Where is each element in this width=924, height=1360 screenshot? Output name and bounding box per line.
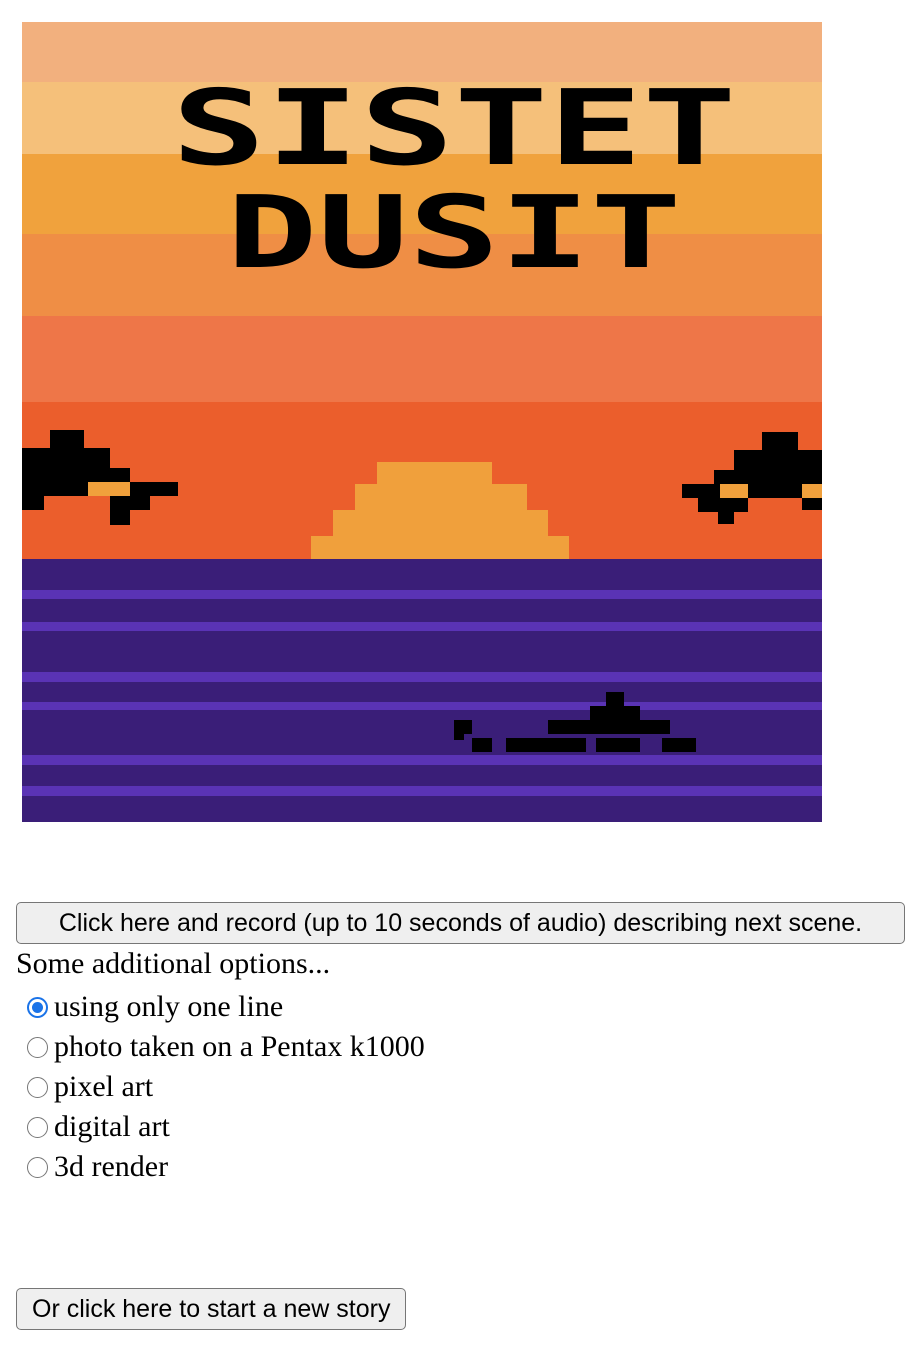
swimmer-pixel	[590, 706, 640, 720]
bird-pixel	[22, 448, 110, 468]
bird-pixel	[110, 510, 130, 525]
bird-pixel	[802, 498, 822, 510]
bird-pixel	[762, 432, 798, 450]
bird-pixel	[734, 450, 822, 470]
sky-band-5	[22, 316, 822, 402]
bird-pixel	[110, 496, 150, 510]
sun-row	[333, 510, 548, 536]
option-using-only-one-line[interactable]: using only one line	[24, 987, 425, 1027]
sea-stripe	[22, 702, 822, 710]
radio-button[interactable]	[27, 1156, 48, 1178]
record-audio-button[interactable]: Click here and record (up to 10 seconds …	[16, 902, 905, 944]
bird-pixel	[682, 484, 720, 498]
swimmer-pixel	[662, 738, 696, 752]
new-story-button[interactable]: Or click here to start a new story	[16, 1288, 407, 1330]
sea-stripe	[22, 622, 822, 631]
bird-pixel	[130, 482, 178, 496]
bird-accent	[88, 482, 130, 496]
sea	[22, 559, 822, 822]
sea-stripe	[22, 672, 822, 682]
bird-pixel	[714, 470, 822, 484]
radio-button[interactable]	[27, 1036, 48, 1058]
sun-row	[311, 536, 569, 559]
option-pixel-art[interactable]: pixel art	[24, 1067, 425, 1107]
sea-stripe	[22, 755, 822, 765]
option-label: pixel art	[54, 1070, 154, 1103]
title-line-1: SISTET	[172, 67, 737, 189]
sea-stripe	[22, 590, 822, 599]
radio-button[interactable]	[27, 1076, 48, 1098]
bird-pixel	[22, 482, 88, 496]
bird-accent	[720, 484, 748, 498]
options-heading: Some additional options...	[16, 947, 331, 980]
bird-pixel	[698, 498, 748, 512]
radio-button[interactable]	[27, 1116, 48, 1138]
option-label: 3d render	[54, 1150, 169, 1183]
option-label: using only one line	[54, 990, 284, 1023]
swimmer-pixel	[454, 734, 464, 740]
swimmer-pixel	[454, 720, 472, 734]
options-radio-group: using only one line photo taken on a Pen…	[24, 987, 425, 1187]
option-label: photo taken on a Pentax k1000	[54, 1030, 425, 1063]
option-digital-art[interactable]: digital art	[24, 1107, 425, 1147]
swimmer-pixel	[596, 738, 640, 752]
swimmer-pixel	[472, 738, 492, 752]
title-text: SISTET DUSIT	[172, 67, 737, 291]
swimmer-pixel	[606, 692, 624, 706]
title-line-2: DUSIT	[227, 174, 682, 291]
option-photo-pentax-k1000[interactable]: photo taken on a Pentax k1000	[24, 1027, 425, 1067]
bird-pixel	[50, 430, 84, 448]
option-label: digital art	[54, 1110, 170, 1143]
sun-row	[377, 462, 492, 484]
sea-stripe	[22, 786, 822, 796]
swimmer-pixel	[548, 720, 670, 734]
bird-pixel	[22, 496, 44, 510]
sun-row	[355, 484, 527, 510]
bird-accent	[802, 484, 822, 498]
bird-pixel	[22, 468, 130, 482]
scene-image: SISTET DUSIT	[22, 22, 822, 822]
radio-button[interactable]	[27, 996, 48, 1018]
swimmer-pixel	[506, 738, 586, 752]
bird-pixel	[718, 512, 734, 524]
option-3d-render[interactable]: 3d render	[24, 1147, 425, 1187]
